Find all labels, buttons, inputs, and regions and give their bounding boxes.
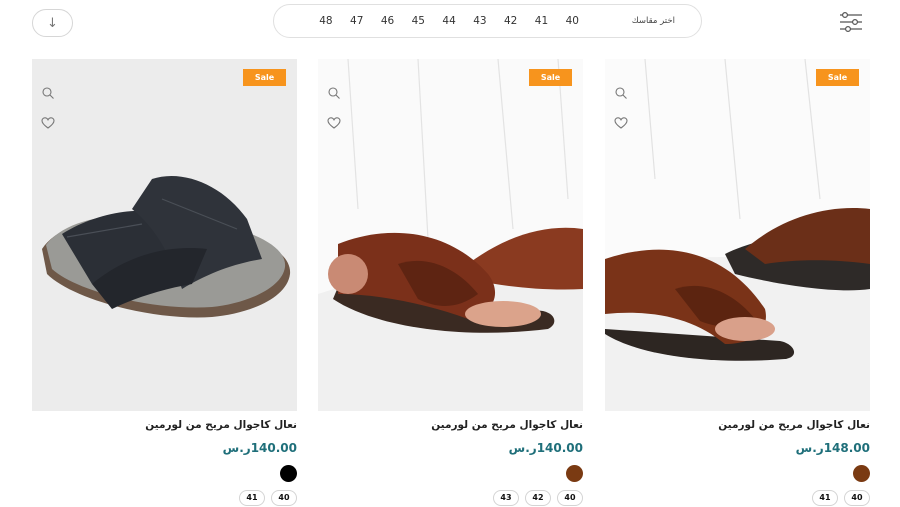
size-chip[interactable]: 40 bbox=[557, 490, 583, 506]
product-price: 148.00ر.س bbox=[795, 441, 870, 455]
heart-icon bbox=[41, 117, 55, 129]
quick-view-button[interactable] bbox=[41, 85, 55, 99]
size-chip[interactable]: 43 bbox=[493, 490, 519, 506]
wishlist-button[interactable] bbox=[614, 115, 628, 129]
sale-badge: Sale bbox=[816, 69, 859, 86]
heart-icon bbox=[327, 117, 341, 129]
heart-icon bbox=[614, 117, 628, 129]
size-option-43[interactable]: 43 bbox=[465, 15, 496, 27]
size-chip[interactable]: 42 bbox=[525, 490, 551, 506]
size-list: 40 41 bbox=[605, 490, 870, 506]
size-option-48[interactable]: 48 bbox=[311, 15, 342, 27]
sale-badge: Sale bbox=[529, 69, 572, 86]
product-photo bbox=[605, 59, 870, 411]
quick-view-button[interactable] bbox=[327, 85, 341, 99]
product-price: 140.00ر.س bbox=[222, 441, 297, 455]
product-image[interactable]: Sale bbox=[318, 59, 583, 411]
product-photo bbox=[318, 59, 583, 411]
color-swatch[interactable] bbox=[853, 465, 870, 482]
search-icon bbox=[42, 87, 54, 99]
product-photo bbox=[32, 59, 297, 411]
size-option-46[interactable]: 46 bbox=[372, 15, 403, 27]
size-chip[interactable]: 40 bbox=[271, 490, 297, 506]
search-icon bbox=[615, 87, 627, 99]
product-image[interactable]: Sale bbox=[32, 59, 297, 411]
product-price: 140.00ر.س bbox=[508, 441, 583, 455]
product-card[interactable]: Sale نعال كاجوال مريح من لورمين 140.00ر.… bbox=[318, 59, 583, 506]
arrow-down-icon: ↓ bbox=[47, 15, 58, 31]
color-swatch[interactable] bbox=[280, 465, 297, 482]
product-title[interactable]: نعال كاجوال مريح من لورمين bbox=[605, 419, 870, 435]
size-option-47[interactable]: 47 bbox=[341, 15, 372, 27]
size-option-42[interactable]: 42 bbox=[495, 15, 526, 27]
product-title[interactable]: نعال كاجوال مريح من لورمين bbox=[318, 419, 583, 435]
sale-badge: Sale bbox=[243, 69, 286, 86]
size-chip[interactable]: 40 bbox=[844, 490, 870, 506]
size-chip[interactable]: 41 bbox=[812, 490, 838, 506]
sort-button[interactable]: ↓ bbox=[32, 9, 73, 37]
size-filter-bar: اختر مقاسك 40 41 42 43 44 45 46 47 48 bbox=[273, 4, 702, 38]
quick-view-button[interactable] bbox=[614, 85, 628, 99]
size-list: 40 42 43 bbox=[318, 490, 583, 506]
product-title[interactable]: نعال كاجوال مريح من لورمين bbox=[32, 419, 297, 435]
color-swatch[interactable] bbox=[566, 465, 583, 482]
wishlist-button[interactable] bbox=[327, 115, 341, 129]
product-card[interactable]: Sale نعال كاجوال مريح من لورمين 148.00ر.… bbox=[605, 59, 870, 506]
sliders-icon bbox=[840, 11, 862, 33]
wishlist-button[interactable] bbox=[41, 115, 55, 129]
size-option-45[interactable]: 45 bbox=[403, 15, 434, 27]
size-option-41[interactable]: 41 bbox=[526, 15, 557, 27]
product-image[interactable]: Sale bbox=[605, 59, 870, 411]
size-filter-label: اختر مقاسك bbox=[631, 16, 675, 26]
size-list: 40 41 bbox=[32, 490, 297, 506]
size-chip[interactable]: 41 bbox=[239, 490, 265, 506]
size-option-44[interactable]: 44 bbox=[434, 15, 465, 27]
size-option-40[interactable]: 40 bbox=[557, 15, 588, 27]
product-card[interactable]: Sale نعال كاجوال مريح من لورمين 140.00ر.… bbox=[32, 59, 297, 506]
filter-button[interactable] bbox=[838, 10, 864, 34]
search-icon bbox=[328, 87, 340, 99]
